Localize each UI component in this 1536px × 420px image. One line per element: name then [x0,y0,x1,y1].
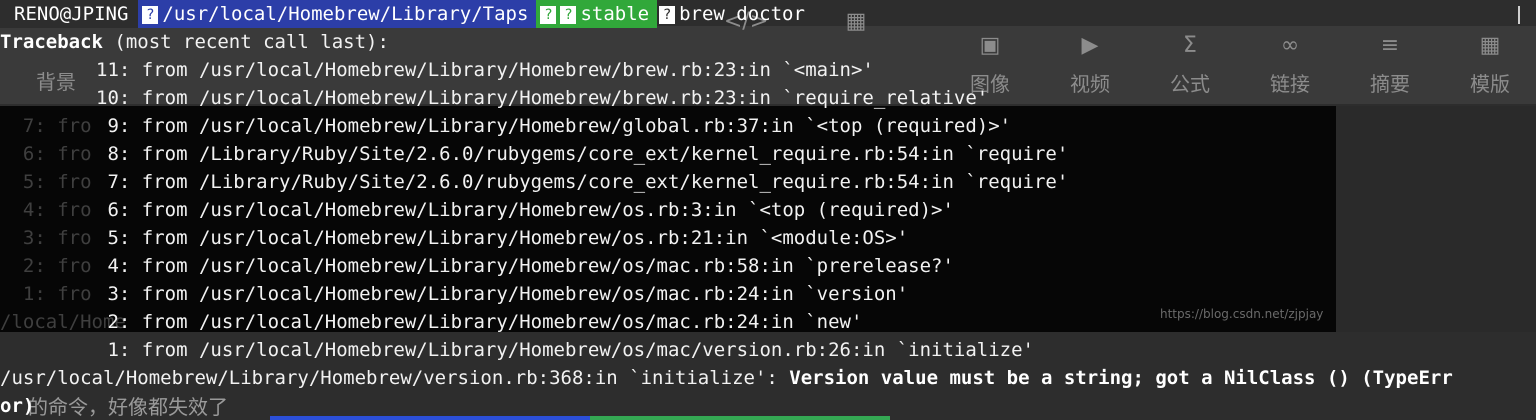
stack-frame: 9: from /usr/local/Homebrew/Library/Home… [96,115,1012,137]
error-line-wrap: or) [0,392,34,420]
git-icon: ? [540,5,557,24]
stack-frame: 2: from /usr/local/Homebrew/Library/Home… [96,311,863,333]
traceback-label: Traceback [0,31,103,53]
stack-frame: 4: from /usr/local/Homebrew/Library/Home… [96,255,954,277]
stack-frame: 8: from /Library/Ruby/Site/2.6.0/rubygem… [96,143,1069,165]
prompt-command: brew doctor [679,3,805,25]
cursor-icon [1518,6,1520,24]
error-message: Version value must be a string; got a Ni… [789,367,1453,389]
stack-frame: 5: from /usr/local/Homebrew/Library/Home… [96,227,909,249]
error-message-wrap: or) [0,395,35,417]
stack-frame: 1: from /usr/local/Homebrew/Library/Home… [96,339,1034,361]
prompt-path: /usr/local/Homebrew/Library/Taps [162,3,529,25]
stack-frame: 6: from /usr/local/Homebrew/Library/Home… [96,199,954,221]
prompt-arrow-icon: ? [659,5,676,24]
folder-icon: ? [142,5,159,24]
prompt-branch: stable [580,3,650,25]
traceback-header-rest: (most recent call last): [102,31,389,53]
prompt-user-host: RENO@JPING [0,0,139,28]
stack-frame: 3: from /usr/local/Homebrew/Library/Home… [96,283,909,305]
terminal-output[interactable]: RENO@JPING ?/usr/local/Homebrew/Library/… [0,0,1536,420]
stack-frame: 7: from /Library/Ruby/Site/2.6.0/rubygem… [96,171,1069,193]
shell-prompt: RENO@JPING ?/usr/local/Homebrew/Library/… [0,0,809,28]
prompt-path-segment: ?/usr/local/Homebrew/Library/Taps [138,0,537,28]
branch-icon: ? [560,5,577,24]
error-line: /usr/local/Homebrew/Library/Homebrew/ver… [0,364,1453,392]
prompt-git-segment: ?? stable [536,0,658,28]
traceback-header: Traceback (most recent call last): [0,28,389,56]
error-location: /usr/local/Homebrew/Library/Homebrew/ver… [0,367,790,389]
stack-frame: 10: from /usr/local/Homebrew/Library/Hom… [96,87,989,109]
stack-frame: 11: from /usr/local/Homebrew/Library/Hom… [96,59,874,81]
prompt-command-segment: ? brew doctor [657,0,809,28]
